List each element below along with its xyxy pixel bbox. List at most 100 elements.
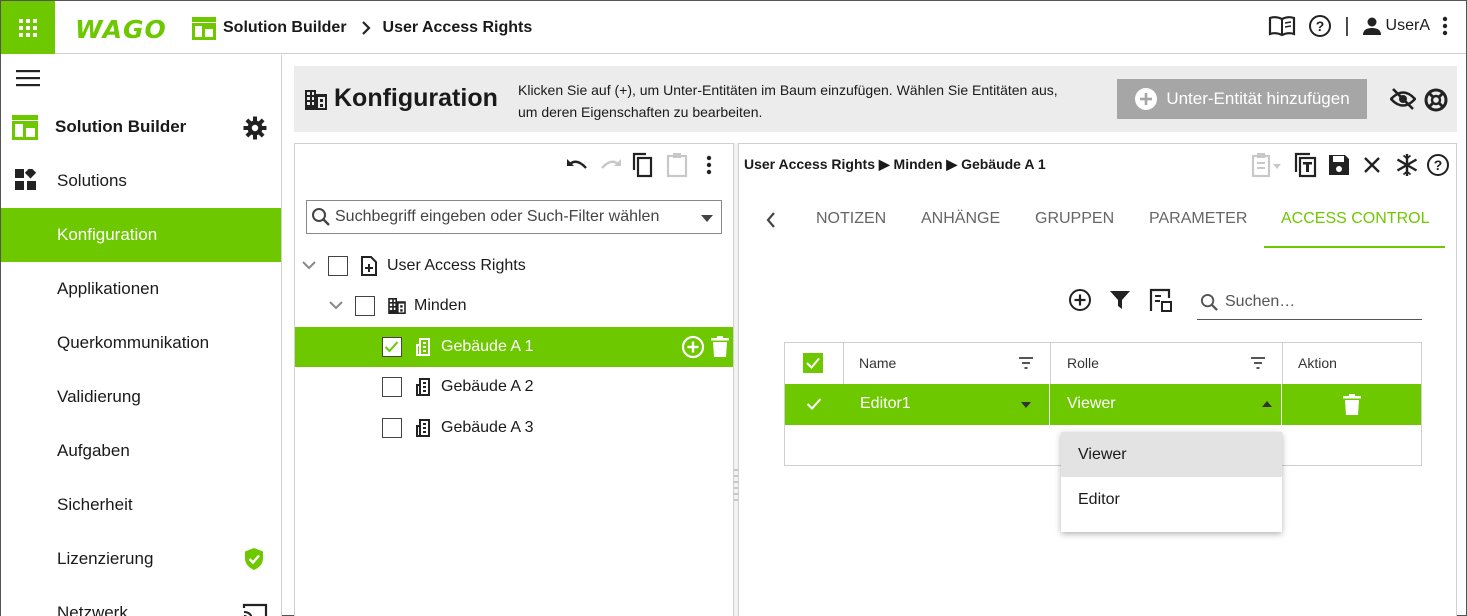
building-icon — [305, 90, 327, 110]
name-select-value: Editor1 — [860, 395, 911, 412]
more-vertical-icon[interactable] — [1442, 16, 1448, 36]
tree-node-label: Gebäude A 3 — [441, 419, 534, 436]
dropdown-arrow-icon[interactable] — [701, 215, 713, 222]
tree-node-label: Minden — [414, 297, 467, 314]
filter-icon[interactable] — [1110, 291, 1130, 309]
tree-node-checkbox[interactable] — [328, 256, 348, 276]
redo-icon — [601, 159, 621, 169]
search-icon — [312, 208, 330, 226]
tree-search-placeholder: Suchbegriff eingeben oder Such-Filter wä… — [335, 208, 660, 225]
app-grid-button[interactable] — [1, 1, 55, 54]
sidebar-item-aufgaben[interactable]: Aufgaben — [1, 424, 281, 478]
visibility-off-icon[interactable] — [1390, 88, 1416, 110]
user-menu[interactable]: UserA — [1362, 16, 1430, 36]
sidebar-item-label: Sicherheit — [57, 495, 133, 514]
search-icon — [1200, 293, 1218, 311]
lifebuoy-icon[interactable] — [1424, 88, 1448, 112]
add-circle-icon[interactable] — [1068, 288, 1092, 312]
add-circle-icon[interactable] — [681, 335, 705, 359]
sidebar-item-sicherheit[interactable]: Sicherheit — [1, 478, 281, 532]
breadcrumb: Solution Builder User Access Rights — [191, 15, 532, 41]
manual-book-icon[interactable] — [1268, 15, 1296, 37]
tree-node-checkbox[interactable] — [355, 296, 375, 316]
trash-icon[interactable] — [1343, 394, 1361, 416]
sidebar-item-konfiguration[interactable]: Konfiguration — [1, 208, 281, 262]
sidebar-item-solutions[interactable]: Solutions — [1, 154, 281, 208]
chevron-down-icon[interactable] — [329, 301, 343, 310]
sidebar: Solution Builder Solutions Konfiguration… — [1, 55, 282, 616]
role-option-editor[interactable]: Editor — [1061, 477, 1282, 522]
configuration-header: Konfiguration Klicken Sie auf (+), um Un… — [294, 66, 1457, 132]
tab-parameter[interactable]: PARAMETER — [1149, 210, 1247, 228]
svg-text:?: ? — [1434, 157, 1443, 173]
sidebar-item-label: Querkommunikation — [57, 333, 210, 352]
role-option-viewer[interactable]: Viewer — [1061, 432, 1282, 477]
breadcrumb-user-access-rights[interactable]: User Access Rights — [383, 19, 533, 37]
copy-special-icon[interactable] — [1294, 152, 1318, 178]
chevron-right-icon — [361, 21, 371, 35]
help-icon[interactable]: ? — [1308, 14, 1332, 38]
tree-search-input[interactable]: Suchbegriff eingeben oder Such-Filter wä… — [306, 200, 722, 234]
sidebar-item-lizenzierung[interactable]: Lizenzierung — [1, 532, 281, 586]
trash-icon[interactable] — [711, 336, 729, 358]
tree-node-checkbox[interactable] — [382, 418, 402, 438]
checkmark-icon — [384, 341, 399, 353]
tree-node-gebaeude-a2[interactable]: Gebäude A 2 — [295, 367, 733, 407]
table-row[interactable]: Editor1 Viewer — [785, 384, 1421, 425]
close-icon[interactable] — [1363, 156, 1381, 174]
tab-access-control[interactable]: ACCESS CONTROL — [1281, 210, 1429, 228]
breadcrumb-solution-builder[interactable]: Solution Builder — [223, 19, 347, 37]
column-filter-icon[interactable] — [1019, 357, 1033, 369]
tree-node-checkbox-checked[interactable] — [382, 337, 402, 357]
solution-builder-app-icon — [12, 115, 38, 140]
sidebar-item-applikationen[interactable]: Applikationen — [1, 262, 281, 316]
add-sub-entity-button[interactable]: Unter-Entität hinzufügen — [1117, 79, 1367, 119]
access-search-input[interactable]: Suchen… — [1197, 285, 1422, 320]
plus-circle-icon — [1135, 88, 1158, 110]
dropdown-arrow-icon — [1021, 402, 1031, 408]
column-select-icon[interactable] — [1149, 288, 1174, 314]
column-header-rolle[interactable]: Rolle — [1067, 355, 1099, 371]
tree-node-minden[interactable]: Minden — [295, 286, 733, 326]
chevron-left-icon[interactable] — [766, 212, 776, 228]
snowflake-icon[interactable] — [1395, 153, 1419, 177]
tree-node-root[interactable]: User Access Rights — [295, 246, 733, 286]
tree-node-checkbox[interactable] — [382, 377, 402, 397]
dashboard-icon — [15, 169, 37, 190]
tab-notizen[interactable]: NOTIZEN — [816, 210, 886, 228]
hamburger-menu-icon[interactable] — [16, 70, 40, 87]
add-sub-entity-label: Unter-Entität hinzufügen — [1166, 89, 1350, 108]
sidebar-item-label: Solutions — [57, 171, 127, 190]
tab-anhaenge[interactable]: ANHÄNGE — [921, 210, 1000, 228]
column-divider — [843, 343, 844, 384]
more-vertical-icon[interactable] — [706, 155, 712, 175]
tab-gruppen[interactable]: GRUPPEN — [1035, 210, 1114, 228]
svg-text:?: ? — [1316, 18, 1325, 34]
name-select[interactable]: Editor1 — [844, 384, 1050, 425]
column-divider — [1050, 343, 1051, 384]
column-divider — [1282, 343, 1283, 384]
chevron-down-icon[interactable] — [302, 261, 316, 270]
role-dropdown-menu: Viewer Editor — [1061, 432, 1282, 532]
gear-icon[interactable] — [243, 116, 267, 140]
sidebar-item-validierung[interactable]: Validierung — [1, 370, 281, 424]
help-icon[interactable]: ? — [1426, 153, 1450, 177]
column-filter-icon[interactable] — [1251, 357, 1265, 369]
undo-icon[interactable] — [565, 155, 589, 175]
role-select[interactable]: Viewer — [1051, 384, 1282, 425]
tree-node-gebaeude-a1[interactable]: Gebäude A 1 — [295, 327, 733, 367]
save-icon[interactable] — [1328, 154, 1350, 176]
grid-icon — [19, 18, 37, 37]
building-tall-icon — [416, 338, 430, 356]
sidebar-item-netzwerk[interactable]: Netzwerk — [1, 586, 281, 616]
select-all-checkbox[interactable] — [803, 353, 823, 373]
access-search-placeholder: Suchen… — [1225, 293, 1296, 310]
page-title: Konfiguration — [334, 84, 498, 112]
copy-icon[interactable] — [632, 152, 654, 178]
paste-special-icon — [1251, 153, 1281, 178]
tree-node-label: User Access Rights — [387, 257, 526, 274]
checkmark-icon[interactable] — [806, 397, 822, 411]
tree-node-gebaeude-a3[interactable]: Gebäude A 3 — [295, 408, 733, 448]
sidebar-item-querkommunikation[interactable]: Querkommunikation — [1, 316, 281, 370]
column-header-name[interactable]: Name — [859, 355, 896, 371]
